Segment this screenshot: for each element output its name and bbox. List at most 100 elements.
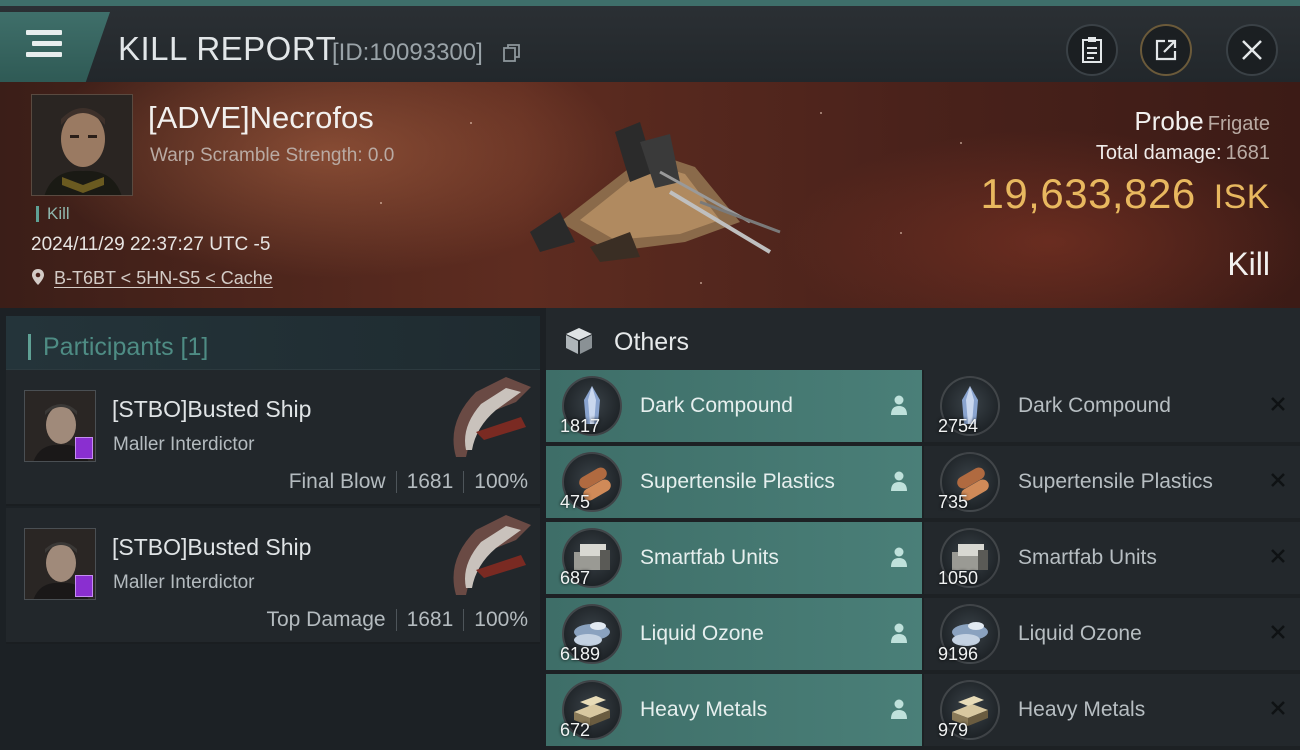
participant-row[interactable]: [STBO]Busted Ship Maller Interdictor Top… xyxy=(6,508,540,644)
corp-badge-icon xyxy=(75,437,93,459)
divider xyxy=(395,471,397,493)
dropped-item[interactable]: 6189 Liquid Ozone xyxy=(546,598,922,670)
item-quantity: 6189 xyxy=(560,644,601,664)
menu-button[interactable] xyxy=(0,12,110,82)
kill-datetime: 2024/11/29 22:37:27 UTC -5 xyxy=(31,234,271,255)
participant-ship: Maller Interdictor xyxy=(113,572,255,593)
participant-avatar[interactable] xyxy=(24,390,96,462)
total-damage: Total damage: 1681 xyxy=(1096,142,1270,165)
item-name: Smartfab Units xyxy=(1018,546,1157,569)
destroyed-item[interactable]: 979 Heavy Metals xyxy=(924,674,1300,746)
participant-percent: 100% xyxy=(474,470,528,493)
participant-role: Top Damage xyxy=(266,608,386,631)
clipboard-icon xyxy=(1082,37,1102,63)
report-id: [ID:10093300] xyxy=(332,39,483,66)
dropped-item[interactable]: 475 Supertensile Plastics xyxy=(546,446,922,518)
item-name: Heavy Metals xyxy=(640,698,768,721)
header-bar: KILL REPORT [ID:10093300] xyxy=(0,0,1300,82)
close-button[interactable] xyxy=(1226,24,1278,76)
kill-summary-banner: [ADVE]Necrofos Warp Scramble Strength: 0… xyxy=(0,82,1300,308)
participant-percent: 100% xyxy=(474,608,528,631)
person-icon xyxy=(891,623,907,643)
isk-unit: ISK xyxy=(1213,178,1270,216)
warp-scramble-strength: Warp Scramble Strength: 0.0 xyxy=(150,145,395,166)
x-icon xyxy=(1271,473,1285,487)
victim-portrait[interactable] xyxy=(31,94,133,196)
isk-amount: 19,633,826 xyxy=(980,170,1196,217)
page-title: KILL REPORT xyxy=(118,30,337,67)
item-quantity: 687 xyxy=(560,568,591,588)
item-quantity: 1050 xyxy=(938,568,979,588)
close-icon xyxy=(1242,40,1262,60)
victim-name[interactable]: [ADVE]Necrofos xyxy=(148,100,374,136)
participant-damage: 1681 xyxy=(406,470,454,493)
participant-stats: Final Blow 1681 100% xyxy=(289,470,528,494)
item-name: Smartfab Units xyxy=(640,546,779,569)
person-icon xyxy=(891,395,907,415)
copy-icon[interactable] xyxy=(503,43,521,63)
item-name: Dark Compound xyxy=(640,394,793,417)
x-icon xyxy=(1271,701,1285,715)
item-quantity: 9196 xyxy=(938,644,979,664)
item-quantity: 979 xyxy=(938,720,969,740)
item-name: Liquid Ozone xyxy=(1018,622,1142,645)
clipboard-button[interactable] xyxy=(1066,24,1118,76)
map-pin-icon xyxy=(32,269,44,285)
person-icon xyxy=(891,699,907,719)
participant-name[interactable]: [STBO]Busted Ship xyxy=(112,396,311,423)
kill-tag: Kill xyxy=(36,205,70,222)
destroyed-item[interactable]: 2754 Dark Compound xyxy=(924,370,1300,442)
item-quantity: 2754 xyxy=(938,416,979,436)
participant-ship-image[interactable] xyxy=(436,510,536,602)
others-header: Others xyxy=(546,308,1300,370)
participant-ship-image[interactable] xyxy=(436,372,536,464)
others-title: Others xyxy=(614,328,690,356)
person-icon xyxy=(891,547,907,567)
victim-ship: Probe Frigate xyxy=(1134,106,1270,137)
participant-role: Final Blow xyxy=(288,470,386,493)
item-name: Liquid Ozone xyxy=(640,622,764,645)
item-quantity: 1817 xyxy=(560,416,601,436)
total-damage-label: Total damage: xyxy=(1095,142,1222,164)
divider xyxy=(395,609,397,631)
participants-label: Participants [1] xyxy=(28,334,208,360)
participant-avatar[interactable] xyxy=(24,528,96,600)
person-icon xyxy=(891,471,907,491)
destroyed-item[interactable]: 735 Supertensile Plastics xyxy=(924,446,1300,518)
item-name: Supertensile Plastics xyxy=(640,470,835,493)
menu-icon xyxy=(26,30,62,58)
destroyed-item[interactable]: 9196 Liquid Ozone xyxy=(924,598,1300,670)
dropped-item[interactable]: 1817 Dark Compound xyxy=(546,370,922,442)
divider xyxy=(463,609,465,631)
ship-class: Frigate xyxy=(1207,113,1270,135)
participants-header: Participants [1] xyxy=(6,316,540,370)
x-icon xyxy=(1271,549,1285,563)
share-icon xyxy=(1155,39,1177,61)
item-name: Heavy Metals xyxy=(1018,698,1146,721)
corp-badge-icon xyxy=(75,575,93,597)
item-name: Dark Compound xyxy=(1018,394,1171,417)
x-icon xyxy=(1271,625,1285,639)
x-icon xyxy=(1271,397,1285,411)
item-quantity: 672 xyxy=(560,720,591,740)
total-damage-value: 1681 xyxy=(1225,142,1271,164)
kill-location-link[interactable]: B-T6BT < 5HN-S5 < Cache xyxy=(54,268,273,289)
participant-row[interactable]: [STBO]Busted Ship Maller Interdictor Fin… xyxy=(6,370,540,506)
destroyed-item[interactable]: 1050 Smartfab Units xyxy=(924,522,1300,594)
cube-icon xyxy=(566,328,592,354)
divider xyxy=(463,471,465,493)
ship-name: Probe xyxy=(1134,106,1204,136)
participant-stats: Top Damage 1681 100% xyxy=(266,608,528,632)
victim-ship-image[interactable] xyxy=(520,112,790,272)
item-quantity: 475 xyxy=(560,492,591,512)
participant-damage: 1681 xyxy=(406,608,454,631)
participant-ship: Maller Interdictor xyxy=(113,434,255,455)
dropped-item[interactable]: 672 Heavy Metals xyxy=(546,674,922,746)
dropped-item[interactable]: 687 Smartfab Units xyxy=(546,522,922,594)
share-button[interactable] xyxy=(1140,24,1192,76)
isk-value: 19,633,826 ISK xyxy=(980,170,1270,218)
victim-avatar xyxy=(32,95,132,195)
participants-panel: Participants [1] [STBO]Busted Ship Malle… xyxy=(0,308,540,750)
kill-result: Kill xyxy=(1227,246,1270,282)
participant-name[interactable]: [STBO]Busted Ship xyxy=(112,534,311,561)
